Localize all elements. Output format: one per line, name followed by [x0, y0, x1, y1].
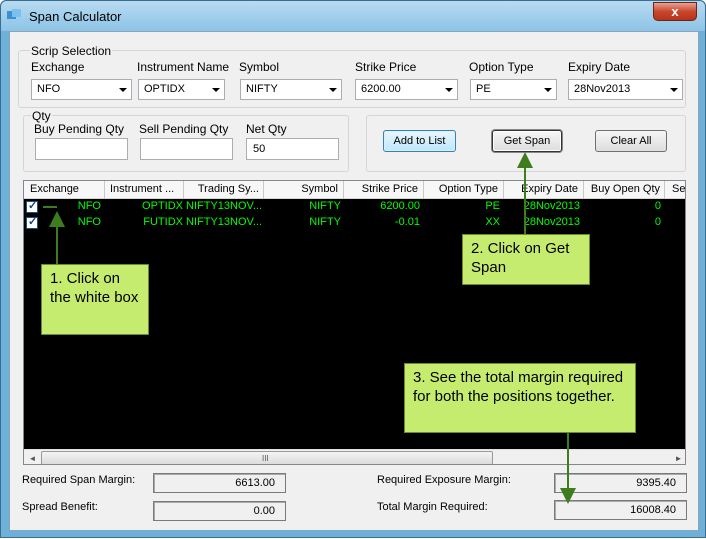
span-calculator-window: Span Calculator x Scrip Selection Exchan…	[0, 0, 706, 538]
callout-step-3: 3. See the total margin required for bot…	[404, 363, 636, 433]
callout-step-1: 1. Click on the white box	[41, 264, 149, 335]
callout-step-2: 2. Click on Get Span	[462, 234, 590, 285]
